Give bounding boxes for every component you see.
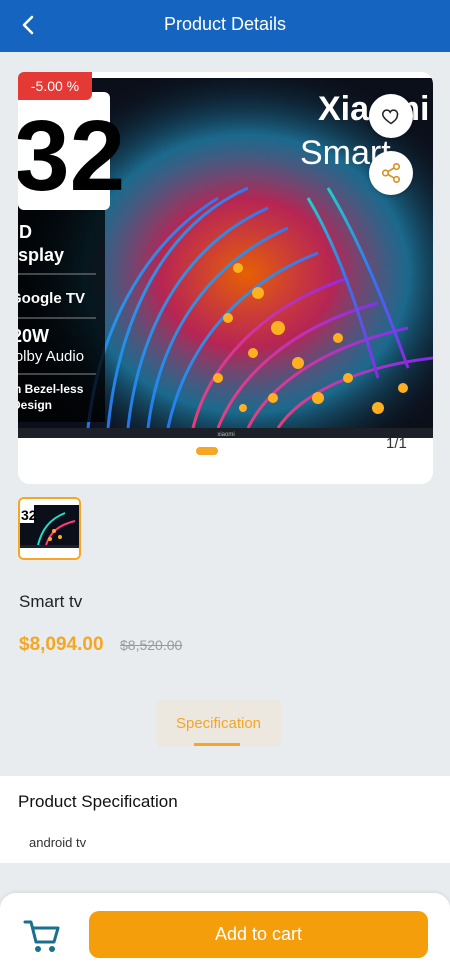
tv-audio-brand: Dolby Audio [18, 348, 84, 365]
tv-bezel-line1: Slim Bezel-less [18, 382, 84, 396]
specification-panel: Product Specification android tv [0, 776, 450, 863]
tab-specification[interactable]: Specification [156, 700, 281, 746]
cart-icon [23, 920, 60, 952]
favorite-button[interactable] [369, 94, 413, 138]
thumbnail-image[interactable]: 32 [18, 497, 81, 560]
tv-hd-line1: HD [18, 222, 32, 242]
share-icon [381, 163, 401, 183]
product-price: $8,094.00 [19, 634, 104, 655]
tab-active-indicator [194, 743, 240, 746]
product-image-card[interactable]: xiaomi 32 HD Display Google TV 20W Dolby… [18, 72, 433, 484]
cart-button[interactable] [22, 916, 62, 956]
product-image: xiaomi 32 HD Display Google TV 20W Dolby… [18, 78, 433, 484]
app-header: Product Details [0, 0, 450, 52]
share-button[interactable] [369, 151, 413, 195]
thumb-size-number: 32 [21, 507, 37, 523]
specification-value: android tv [29, 835, 87, 850]
add-to-cart-button[interactable]: Add to cart [89, 911, 428, 958]
product-name: Smart tv [19, 592, 83, 611]
specification-title: Product Specification [18, 792, 178, 811]
image-counter: 1/1 [386, 435, 407, 452]
carousel-indicator[interactable] [196, 447, 218, 455]
tv-hd-line2: Display [18, 245, 64, 265]
tv-bezel-line2: Design [18, 398, 52, 412]
tv-google-tv: Google TV [18, 290, 85, 307]
tv-audio-watts: 20W [18, 326, 49, 346]
original-price: $8,520.00 [120, 637, 183, 653]
tv-size-number: 32 [18, 100, 125, 212]
tab-specification-label: Specification [175, 714, 262, 732]
bezel-logo: xiaomi [217, 432, 234, 438]
page-title: Product Details [163, 14, 287, 34]
discount-badge: -5.00 % [18, 72, 92, 100]
thumbnail-picture: 32 [20, 499, 79, 558]
heart-icon [382, 109, 399, 125]
